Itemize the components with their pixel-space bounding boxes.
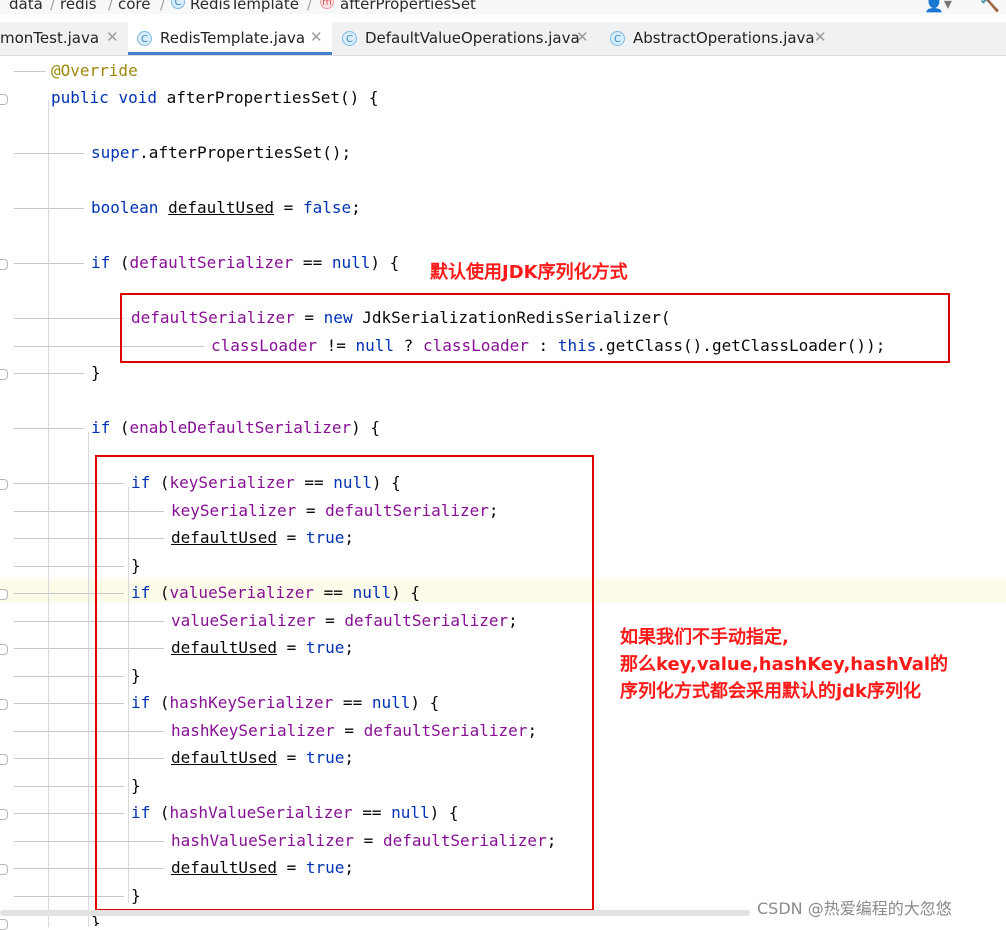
- annotation-token: @Override: [51, 61, 138, 80]
- annotation-note-line: 序列化方式都会采用默认的jdk序列化: [620, 681, 922, 702]
- local-variable-token: defaultUsed: [168, 198, 275, 217]
- indent-guide: [14, 428, 84, 429]
- annotation-box-jdk-serializer: [120, 293, 950, 363]
- indent-guide: [14, 373, 84, 374]
- fold-marker-icon[interactable]: [0, 754, 8, 765]
- method-m-icon: m: [320, 0, 334, 9]
- fold-marker-icon[interactable]: [0, 644, 8, 655]
- fold-marker-icon[interactable]: [0, 369, 8, 380]
- code-line: super.afterPropertiesSet();: [91, 142, 351, 164]
- close-icon[interactable]: ✕: [576, 28, 589, 46]
- code-text: (: [110, 418, 130, 437]
- keyword-token: void: [118, 88, 157, 107]
- method-signature: afterPropertiesSet() {: [156, 88, 379, 107]
- indent-guide: [48, 100, 49, 927]
- indent-guide: [14, 263, 84, 264]
- breadcrumb-item-method[interactable]: afterPropertiesSet: [340, 0, 476, 13]
- code-line: }: [91, 362, 101, 384]
- breadcrumb-item-redis[interactable]: redis: [60, 0, 97, 13]
- user-icon[interactable]: 👤▾: [924, 0, 952, 13]
- hammer-icon[interactable]: 🔨: [980, 0, 1000, 13]
- field-token: defaultSerializer: [129, 253, 294, 272]
- annotation-note-line: 那么key,value,hashKey,hashVal的: [620, 654, 949, 675]
- keyword-token: boolean: [91, 198, 159, 217]
- annotation-box-serializers: [95, 455, 594, 911]
- tab-commontest[interactable]: monTest.java ✕: [0, 22, 124, 55]
- fold-marker-icon[interactable]: [0, 259, 8, 270]
- tab-redistemplate[interactable]: C RedisTemplate.java ✕: [128, 22, 332, 55]
- keyword-token: null: [331, 253, 371, 272]
- tab-label: RedisTemplate.java: [160, 29, 306, 47]
- breadcrumb: data / redis / core / C RedisTemplate / …: [0, 0, 1006, 14]
- breadcrumb-separator: /: [50, 0, 56, 13]
- editor-tab-bar: monTest.java ✕ C RedisTemplate.java ✕ C …: [0, 22, 1006, 56]
- watermark: CSDN @热爱编程的大忽悠: [757, 899, 952, 918]
- annotation-note-default-jdk: 默认使用JDK序列化方式: [430, 262, 628, 283]
- tab-label: DefaultValueOperations.java: [365, 29, 580, 47]
- fold-marker-icon[interactable]: [0, 809, 8, 820]
- fold-marker-icon[interactable]: [0, 864, 8, 875]
- class-c-icon: C: [342, 31, 357, 46]
- code-line: @Override: [51, 60, 138, 82]
- code-text: ) {: [370, 253, 400, 272]
- breadcrumb-separator: /: [160, 0, 166, 13]
- code-text: ;: [351, 198, 361, 217]
- breadcrumb-item-redistemplate[interactable]: RedisTemplate: [190, 0, 299, 13]
- operator-token: ==: [293, 253, 332, 272]
- operator-token: =: [274, 198, 303, 217]
- tab-abstractoperations[interactable]: C AbstractOperations.java ✕: [600, 22, 836, 55]
- close-icon[interactable]: ✕: [106, 28, 119, 46]
- class-c-icon: C: [171, 0, 185, 9]
- fold-marker-icon[interactable]: [0, 589, 8, 600]
- tab-label: AbstractOperations.java: [633, 29, 815, 47]
- fold-marker-icon[interactable]: [0, 94, 8, 105]
- indent-guide: [88, 432, 89, 927]
- close-icon[interactable]: ✕: [310, 28, 323, 46]
- tab-defaultvalueoperations[interactable]: C DefaultValueOperations.java ✕: [334, 22, 598, 55]
- code-editor[interactable]: @Override public void afterPropertiesSet…: [0, 56, 1006, 930]
- keyword-token: if: [91, 253, 111, 272]
- code-text: }: [91, 363, 101, 382]
- annotation-note-line: 如果我们不手动指定,: [620, 627, 789, 648]
- fold-marker-icon[interactable]: [0, 479, 8, 490]
- indent-guide: [14, 318, 124, 319]
- horizontal-scrollbar[interactable]: [0, 910, 750, 916]
- code-line: boolean defaultUsed = false;: [91, 197, 361, 219]
- class-c-icon: C: [610, 31, 625, 46]
- keyword-token: false: [302, 198, 352, 217]
- breadcrumb-separator: /: [307, 0, 313, 13]
- close-icon[interactable]: ✕: [814, 28, 827, 46]
- indent-guide: [14, 71, 46, 72]
- breadcrumb-item-data[interactable]: data: [9, 0, 43, 13]
- code-line: if (enableDefaultSerializer) {: [91, 417, 380, 439]
- code-text: .afterPropertiesSet();: [139, 143, 352, 162]
- keyword-token: public: [51, 88, 109, 107]
- class-c-icon: C: [137, 31, 152, 46]
- tab-label: monTest.java: [0, 29, 100, 47]
- field-token: enableDefaultSerializer: [129, 418, 352, 437]
- code-text: ) {: [351, 418, 380, 437]
- keyword-token: if: [91, 418, 111, 437]
- code-line: public void afterPropertiesSet() {: [51, 87, 379, 109]
- indent-guide: [14, 208, 84, 209]
- breadcrumb-item-core[interactable]: core: [118, 0, 151, 13]
- fold-marker-icon[interactable]: [0, 919, 8, 930]
- fold-marker-icon[interactable]: [0, 699, 8, 710]
- indent-guide: [14, 153, 84, 154]
- keyword-token: super: [91, 143, 140, 162]
- code-line: if (defaultSerializer == null) {: [91, 252, 399, 274]
- breadcrumb-separator: /: [108, 0, 114, 13]
- code-text: (: [110, 253, 130, 272]
